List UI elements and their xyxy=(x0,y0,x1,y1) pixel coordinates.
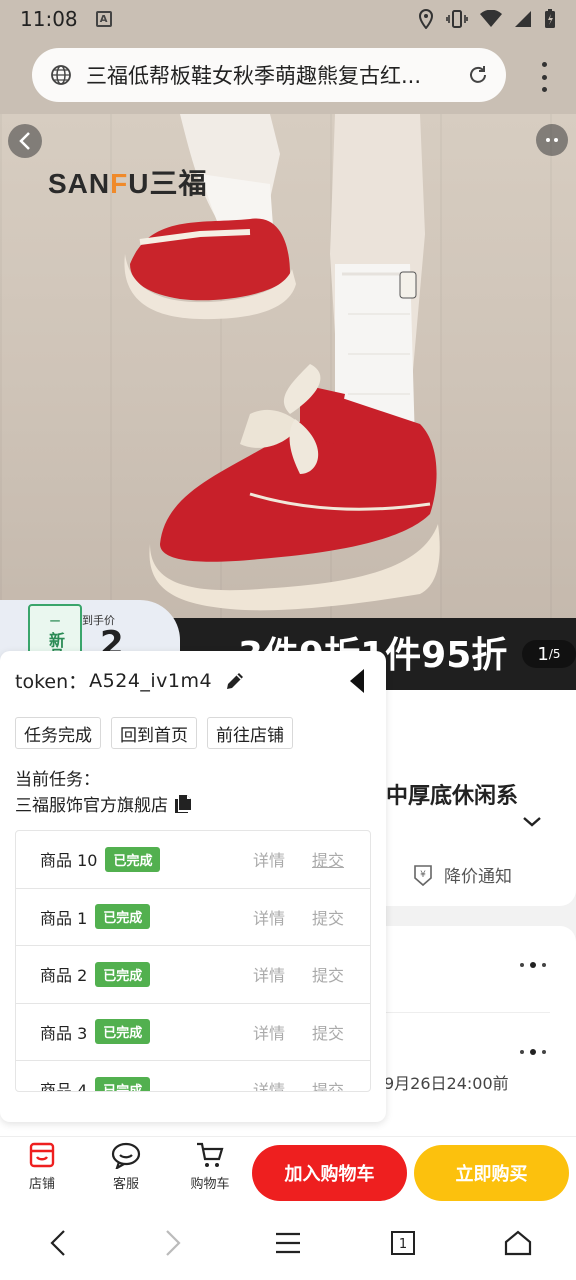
delivery-deadline: 9月26日24:00前 xyxy=(384,1074,509,1093)
nav-back-icon[interactable] xyxy=(36,1221,80,1265)
browser-toolbar: 三福低帮板鞋女秋季萌趣熊复古红... xyxy=(0,38,576,114)
detail-link[interactable]: 详情 xyxy=(253,847,285,871)
globe-icon xyxy=(51,65,71,85)
location-icon xyxy=(418,9,434,29)
status-badge: 已完成 xyxy=(105,846,161,872)
collapse-panel-icon[interactable] xyxy=(348,667,366,695)
vibrate-icon xyxy=(446,10,468,28)
list-item: 商品 1 已完成 详情 提交 xyxy=(16,889,370,946)
list-item: 商品 2 已完成 详情 提交 xyxy=(16,946,370,1004)
status-bar: 11:08 A xyxy=(0,0,576,38)
status-badge: 已完成 xyxy=(95,904,151,930)
copy-icon[interactable] xyxy=(174,794,192,814)
cart-nav-button[interactable]: 购物车 xyxy=(180,1141,240,1192)
list-item: 商品 10 已完成 详情 提交 xyxy=(16,831,370,889)
svg-text:1: 1 xyxy=(399,1237,407,1252)
nav-forward-icon[interactable] xyxy=(151,1221,195,1265)
token-label: token： xyxy=(15,671,88,693)
task-name: 商品 3 xyxy=(40,1023,88,1043)
chevron-down-icon[interactable] xyxy=(522,816,542,828)
chat-icon xyxy=(111,1142,141,1169)
shop-nav-button[interactable]: 店铺 xyxy=(12,1141,72,1192)
detail-link[interactable]: 详情 xyxy=(253,1077,285,1091)
detail-link[interactable]: 详情 xyxy=(253,1020,285,1044)
nav-menu-icon[interactable] xyxy=(266,1221,310,1265)
submit-link[interactable]: 提交 xyxy=(312,905,344,929)
edit-pencil-icon[interactable] xyxy=(224,670,246,692)
status-time: 11:08 xyxy=(20,7,78,31)
current-shop: 三福服饰官方旗舰店 xyxy=(15,791,192,816)
nav-tabs-icon[interactable]: 1 xyxy=(381,1221,425,1265)
add-to-cart-button[interactable]: 加入购物车 xyxy=(252,1145,407,1201)
product-title: 中厚底休闲系 xyxy=(386,784,519,809)
brand-logo: SANFU三福 xyxy=(48,168,208,199)
task-name: 商品 10 xyxy=(40,851,98,871)
notification-a-icon: A xyxy=(95,11,112,27)
page-title: 三福低帮板鞋女秋季萌趣熊复古红... xyxy=(86,64,422,88)
task-list: 商品 10 已完成 详情 提交 商品 1 已完成 详情 提交 商品 2 已完成 … xyxy=(15,830,371,1092)
back-home-button[interactable]: 回到首页 xyxy=(111,717,197,749)
product-image[interactable]: SANFU三福 3件9折1件95折 一 新品 到手价 2 1/5 xyxy=(0,114,576,690)
cart-icon xyxy=(197,1142,224,1167)
task-name: 商品 2 xyxy=(40,966,88,986)
list-item: 商品 3 已完成 详情 提交 xyxy=(16,1004,370,1061)
current-task-label: 当前任务： xyxy=(15,770,100,790)
status-badge: 已完成 xyxy=(95,1019,151,1045)
submit-link[interactable]: 提交 xyxy=(312,1020,344,1044)
svg-text:¥: ¥ xyxy=(420,870,426,880)
image-pager: 1/5 xyxy=(522,640,576,668)
url-bar[interactable]: 三福低帮板鞋女秋季萌趣熊复古红... xyxy=(32,48,506,102)
price-tag-icon: ¥ xyxy=(414,864,432,886)
token-value: A524_iv1m4 xyxy=(89,669,213,692)
customer-service-label: 客服 xyxy=(112,1177,139,1192)
wifi-icon xyxy=(480,10,502,27)
buy-now-button[interactable]: 立即购买 xyxy=(414,1145,569,1201)
customer-service-button[interactable]: 客服 xyxy=(96,1141,156,1192)
go-shop-button[interactable]: 前往店铺 xyxy=(207,717,293,749)
navigation-bar: 1 xyxy=(0,1206,576,1280)
cart-nav-label: 购物车 xyxy=(190,1177,230,1192)
store-icon xyxy=(29,1142,55,1168)
token-row: token： A524_iv1m4 xyxy=(15,667,246,694)
signal-icon xyxy=(515,11,531,27)
detail-link[interactable]: 详情 xyxy=(253,905,285,929)
task-panel: token： A524_iv1m4 任务完成 回到首页 前往店铺 当前任务： 三… xyxy=(0,651,386,1122)
shop-nav-label: 店铺 xyxy=(28,1177,55,1192)
more-dots-icon[interactable] xyxy=(520,962,546,968)
reload-icon[interactable] xyxy=(466,63,490,87)
detail-link[interactable]: 详情 xyxy=(253,962,285,986)
shop-name: 三福服饰官方旗舰店 xyxy=(15,796,168,816)
battery-icon xyxy=(545,9,555,28)
status-badge: 已完成 xyxy=(95,1076,151,1091)
submit-link[interactable]: 提交 xyxy=(312,847,344,871)
price-drop-notice[interactable]: ¥ 降价通知 xyxy=(412,862,512,887)
task-name: 商品 4 xyxy=(40,1081,88,1092)
back-icon[interactable] xyxy=(8,124,42,158)
list-item: 商品 4 已完成 详情 提交 xyxy=(16,1061,370,1092)
panel-actions: 任务完成 回到首页 前往店铺 xyxy=(15,717,293,749)
submit-link[interactable]: 提交 xyxy=(312,962,344,986)
browser-menu-icon[interactable] xyxy=(540,62,548,92)
task-name: 商品 1 xyxy=(40,908,88,928)
status-badge: 已完成 xyxy=(95,961,151,987)
bottom-action-bar: 店铺 客服 购物车 加入购物车 立即购买 xyxy=(0,1136,576,1206)
status-icons xyxy=(418,9,556,29)
more-icon[interactable] xyxy=(536,124,568,156)
more-dots-icon[interactable] xyxy=(520,1049,546,1055)
task-complete-button[interactable]: 任务完成 xyxy=(15,717,101,749)
nav-home-icon[interactable] xyxy=(496,1221,540,1265)
submit-link[interactable]: 提交 xyxy=(312,1077,344,1091)
